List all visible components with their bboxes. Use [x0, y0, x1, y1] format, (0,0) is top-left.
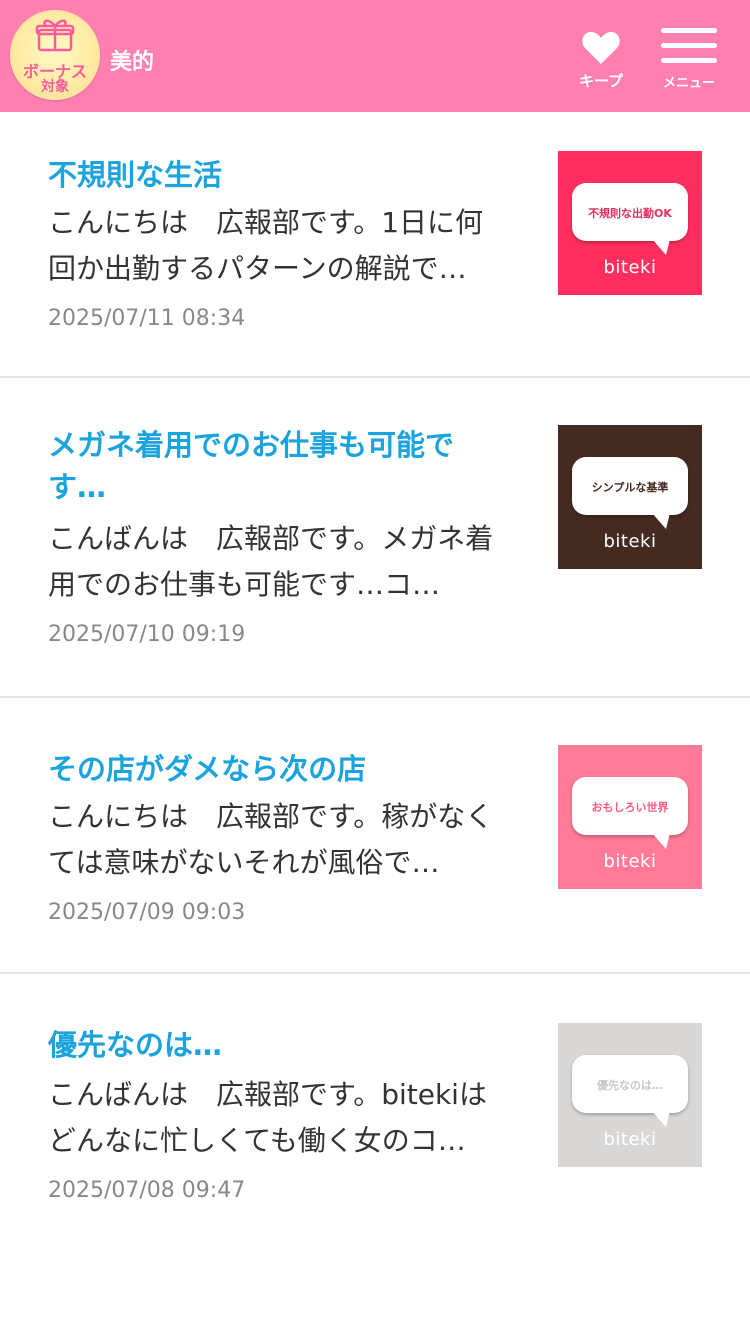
- post-excerpt: こんばんは 広報部です。メガネ着用でのお仕事も可能です…コ…: [48, 522, 494, 601]
- list-item[interactable]: 優先なのは… こんばんは 広報部です。bitekiはどんなに忙しくても働く女のコ…: [0, 974, 750, 1244]
- app-header: ボーナス 対象 美的 キープ メニュー: [0, 0, 750, 112]
- menu-bar-icon: [661, 58, 717, 63]
- post-thumbnail[interactable]: おもしろい世界 biteki: [558, 745, 702, 889]
- post-thumbnail[interactable]: 優先なのは… biteki: [558, 1023, 702, 1167]
- list-item[interactable]: メガネ着用でのお仕事も可能です… こんばんは 広報部です。メガネ着用でのお仕事も…: [0, 378, 750, 698]
- post-date: 2025/07/09 09:03: [48, 900, 246, 925]
- thumbnail-bubble: 優先なのは…: [572, 1055, 688, 1127]
- post-title[interactable]: 不規則な生活: [48, 154, 508, 196]
- post-date: 2025/07/08 09:47: [48, 1178, 246, 1203]
- post-excerpt: こんにちは 広報部です。稼がなくては意味がないそれが風俗で…: [48, 800, 494, 879]
- post-thumbnail[interactable]: シンプルな基準 biteki: [558, 425, 702, 569]
- post-thumbnail[interactable]: 不規則な出勤OK biteki: [558, 151, 702, 295]
- post-title[interactable]: 優先なのは…: [48, 1024, 508, 1066]
- gift-icon: [35, 19, 75, 52]
- heart-icon: [582, 31, 620, 64]
- thumbnail-text: おもしろい世界: [591, 801, 669, 814]
- thumbnail-brand: biteki: [603, 1129, 657, 1150]
- post-date: 2025/07/11 08:34: [48, 306, 246, 331]
- list-item[interactable]: その店がダメなら次の店 こんにちは 広報部です。稼がなくては意味がないそれが風俗…: [0, 698, 750, 974]
- keep-button[interactable]: キープ: [570, 28, 632, 94]
- menu-label: メニュー: [662, 76, 715, 91]
- menu-bar-icon: [661, 43, 717, 48]
- thumbnail-bubble: おもしろい世界: [572, 777, 688, 849]
- thumbnail-text: 不規則な出勤OK: [588, 207, 672, 220]
- post-excerpt: こんにちは 広報部です。1日に何回か出勤するパターンの解説で…: [48, 206, 484, 285]
- thumbnail-text: シンプルな基準: [591, 481, 669, 494]
- badge-label-2: 対象: [41, 79, 69, 95]
- post-date: 2025/07/10 09:19: [48, 622, 246, 647]
- thumbnail-brand: biteki: [603, 257, 657, 278]
- thumbnail-brand: biteki: [603, 531, 657, 552]
- list-item[interactable]: 不規則な生活 こんにちは 広報部です。1日に何回か出勤するパターンの解説で… 2…: [0, 112, 750, 378]
- thumbnail-bubble: 不規則な出勤OK: [572, 183, 688, 255]
- keep-label: キープ: [578, 72, 624, 90]
- site-name: 美的: [110, 50, 155, 75]
- bonus-badge[interactable]: ボーナス 対象: [10, 10, 100, 100]
- thumbnail-text: 優先なのは…: [597, 1079, 663, 1092]
- menu-button[interactable]: メニュー: [655, 28, 723, 94]
- thumbnail-bubble: シンプルな基準: [572, 457, 688, 529]
- thumbnail-brand: biteki: [603, 851, 657, 872]
- post-list: 不規則な生活 こんにちは 広報部です。1日に何回か出勤するパターンの解説で… 2…: [0, 112, 750, 1244]
- menu-bar-icon: [661, 28, 717, 33]
- post-excerpt: こんばんは 広報部です。bitekiはどんなに忙しくても働く女のコ…: [48, 1078, 487, 1157]
- post-title[interactable]: メガネ着用でのお仕事も可能です…: [48, 424, 508, 508]
- post-title[interactable]: その店がダメなら次の店: [48, 748, 508, 790]
